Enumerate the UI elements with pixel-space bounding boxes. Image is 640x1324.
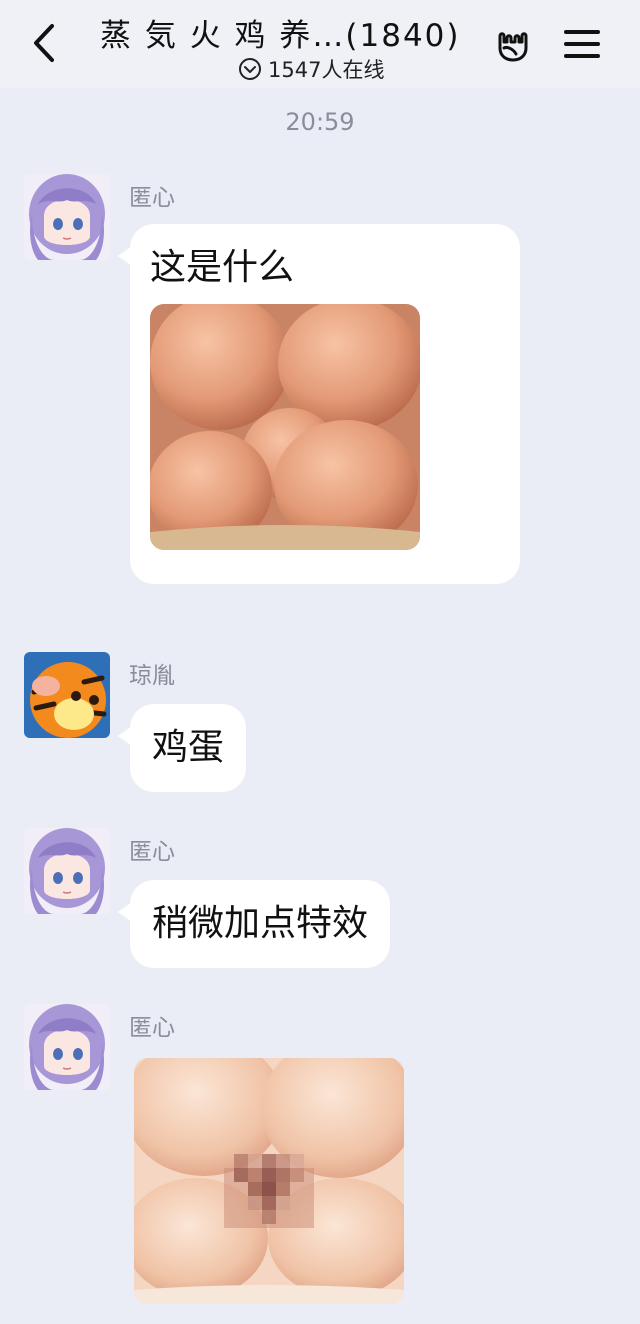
online-count-text: 1547人在线 (268, 58, 385, 82)
sender-name: 琼胤 (129, 663, 175, 689)
message-bubble[interactable]: 鸡蛋 (117, 704, 247, 792)
message-text: 稍微加点特效 (152, 903, 369, 944)
rock-hand-icon (498, 32, 528, 62)
message-bubble[interactable]: 这是什么 (118, 224, 520, 584)
group-title[interactable]: 蒸 気 火 鸡 养…(1840) (100, 10, 460, 55)
menu-button[interactable] (562, 24, 602, 64)
sender-name: 匿心 (129, 839, 175, 865)
avatar-anime-girl[interactable] (24, 174, 110, 260)
message-bubble[interactable]: 稍微加点特效 (117, 880, 391, 968)
back-button[interactable] (26, 18, 66, 68)
gesture-button[interactable] (492, 22, 534, 64)
avatar-tigger[interactable] (24, 652, 110, 738)
avatar-anime-girl[interactable] (24, 1004, 110, 1090)
sender-name: 匿心 (129, 1015, 175, 1041)
chevron-down-circle-icon (239, 58, 261, 80)
sender-name: 匿心 (129, 185, 175, 211)
message-text: 鸡蛋 (152, 727, 225, 768)
chat-header: 蒸 気 火 鸡 养…(1840) 1547人在线 (0, 0, 640, 88)
message-text: 这是什么 (150, 247, 295, 288)
hamburger-menu-icon (564, 30, 600, 58)
chevron-left-icon (34, 24, 54, 62)
eggs-photo[interactable] (150, 304, 420, 550)
eggs-censored-photo[interactable] (134, 1058, 404, 1304)
avatar-anime-girl[interactable] (24, 828, 110, 914)
online-count[interactable]: 1547人在线 (238, 54, 384, 84)
message-timestamp: 20:59 (285, 108, 355, 136)
